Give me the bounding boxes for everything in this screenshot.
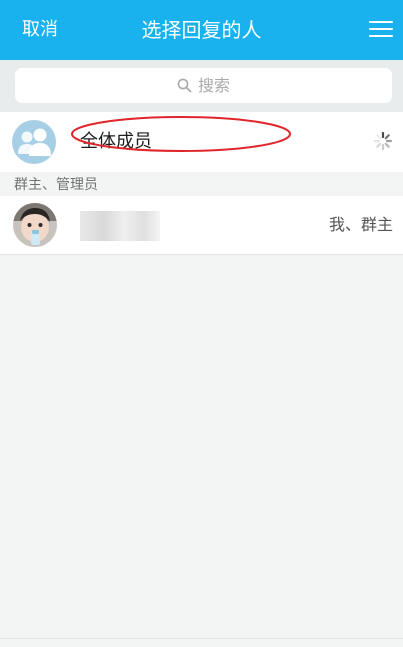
blurred-member-name <box>80 211 160 241</box>
divider <box>0 638 403 639</box>
user-avatar <box>13 203 57 247</box>
search-placeholder: 搜索 <box>197 76 230 95</box>
select-reply-person-screen: 取消 选择回复的人 搜索 全体成员 群主、管理员 我、群主 <box>0 0 403 647</box>
section-title: 群主、管理员 <box>14 177 98 193</box>
all-members-label: 全体成员 <box>80 131 152 152</box>
member-list-item[interactable]: 我、群主 <box>0 196 403 255</box>
search-icon <box>177 78 192 93</box>
top-nav-bar: 取消 选择回复的人 <box>0 0 403 60</box>
member-role-label: 我、群主 <box>328 215 393 234</box>
search-area: 搜索 <box>0 60 403 112</box>
all-members-row[interactable]: 全体成员 <box>0 112 403 173</box>
search-input[interactable]: 搜索 <box>15 68 392 103</box>
loading-spinner-icon <box>373 131 393 151</box>
section-header: 群主、管理员 <box>0 172 403 196</box>
page-title: 选择回复的人 <box>141 18 262 42</box>
group-avatar-icon <box>12 120 56 164</box>
menu-icon[interactable] <box>369 18 393 40</box>
